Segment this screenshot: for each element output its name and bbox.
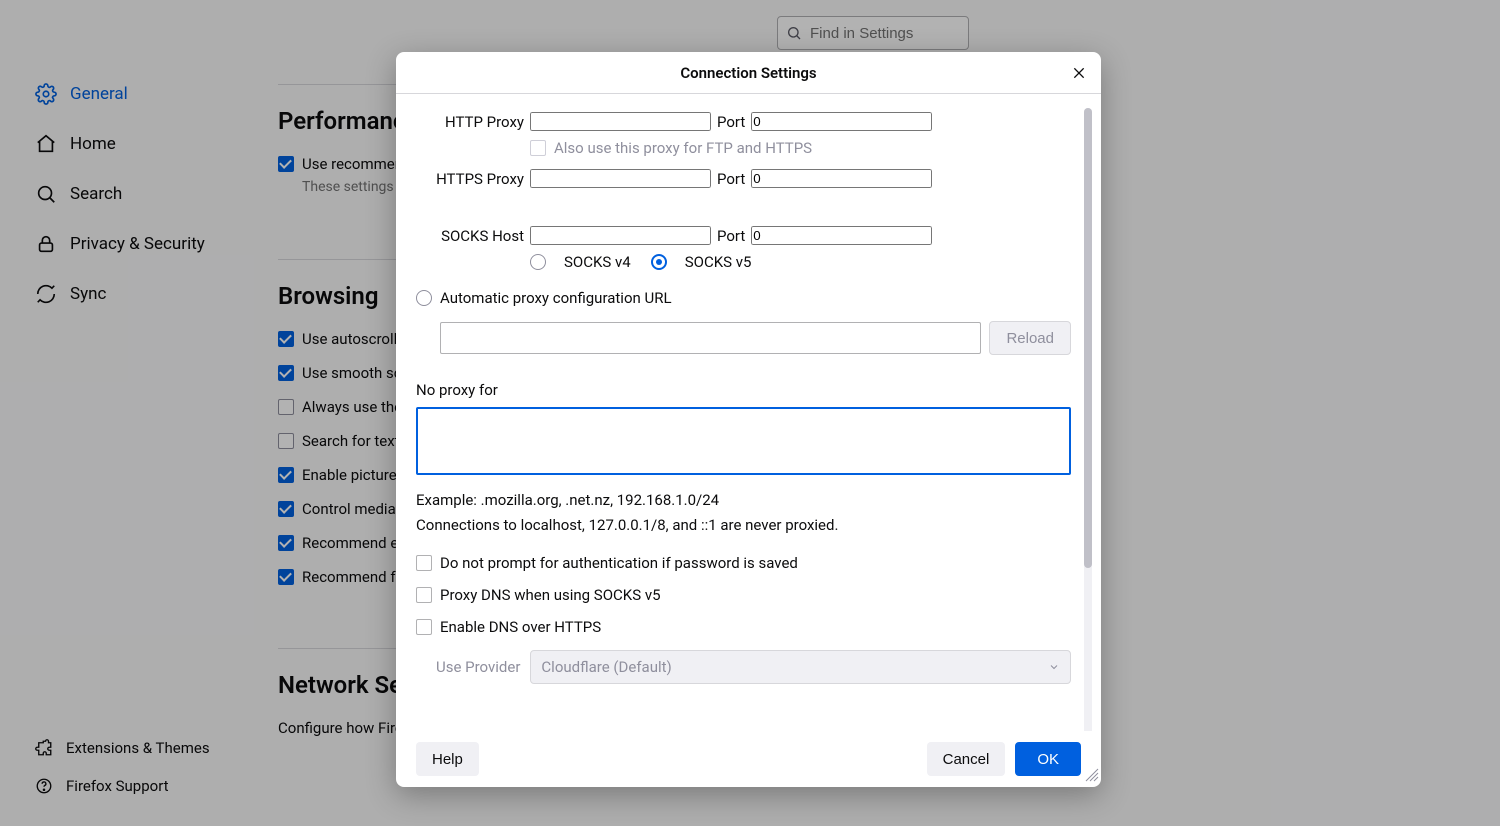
checkbox-icon xyxy=(530,140,546,156)
scrollbar[interactable] xyxy=(1081,108,1095,731)
dialog-body: HTTP Proxy Port Also use this proxy for … xyxy=(396,94,1101,731)
connection-settings-dialog: Connection Settings HTTP Proxy Port Also… xyxy=(396,52,1101,787)
socks-v4-label: SOCKS v4 xyxy=(564,253,631,271)
checkbox-icon xyxy=(416,555,432,571)
also-use-row[interactable]: Also use this proxy for FTP and HTTPS xyxy=(530,139,1071,157)
no-prompt-row[interactable]: Do not prompt for authentication if pass… xyxy=(416,554,1071,572)
auto-pac-row[interactable]: Automatic proxy configuration URL xyxy=(416,289,1071,307)
resize-grip[interactable] xyxy=(1085,768,1099,785)
pac-url-input[interactable] xyxy=(440,322,981,354)
socks-host-label: SOCKS Host xyxy=(416,227,524,245)
port-label: Port xyxy=(717,227,745,245)
chevron-down-icon xyxy=(1048,661,1060,673)
https-port-input[interactable] xyxy=(751,169,932,188)
no-proxy-label: No proxy for xyxy=(416,381,1071,399)
dialog-title: Connection Settings xyxy=(680,64,816,82)
auto-pac-radio[interactable] xyxy=(416,290,432,306)
checkbox-icon xyxy=(416,587,432,603)
pac-url-row: Reload xyxy=(416,321,1071,355)
port-label: Port xyxy=(717,113,745,131)
socks-version-group: SOCKS v4 SOCKS v5 xyxy=(530,253,1071,271)
socks-v4-radio[interactable] xyxy=(530,254,546,270)
cancel-button[interactable]: Cancel xyxy=(927,742,1006,776)
http-proxy-label: HTTP Proxy xyxy=(416,113,524,131)
dialog-header: Connection Settings xyxy=(396,52,1101,94)
also-use-label: Also use this proxy for FTP and HTTPS xyxy=(554,139,812,157)
socks-host-row: SOCKS Host Port xyxy=(416,226,1071,245)
socks-port-input[interactable] xyxy=(751,226,932,245)
proxy-dns-row[interactable]: Proxy DNS when using SOCKS v5 xyxy=(416,586,1071,604)
socks-v5-radio[interactable] xyxy=(651,254,667,270)
port-label: Port xyxy=(717,170,745,188)
http-proxy-row: HTTP Proxy Port xyxy=(416,112,1071,131)
enable-doh-row[interactable]: Enable DNS over HTTPS xyxy=(416,618,1071,636)
socks-v5-label: SOCKS v5 xyxy=(685,253,752,271)
close-icon xyxy=(1071,65,1087,81)
http-proxy-input[interactable] xyxy=(530,112,711,131)
https-proxy-input[interactable] xyxy=(530,169,711,188)
localhost-note: Connections to localhost, 127.0.0.1/8, a… xyxy=(416,514,1071,537)
reload-button[interactable]: Reload xyxy=(989,321,1071,355)
provider-value: Cloudflare (Default) xyxy=(541,658,671,676)
provider-select[interactable]: Cloudflare (Default) xyxy=(530,650,1071,684)
http-port-input[interactable] xyxy=(751,112,932,131)
provider-row: Use Provider Cloudflare (Default) xyxy=(416,650,1071,684)
scrollbar-thumb[interactable] xyxy=(1084,108,1092,568)
https-proxy-label: HTTPS Proxy xyxy=(416,170,524,188)
help-button[interactable]: Help xyxy=(416,742,479,776)
dialog-footer: Help Cancel OK xyxy=(396,731,1101,787)
socks-host-input[interactable] xyxy=(530,226,711,245)
https-proxy-row: HTTPS Proxy Port xyxy=(416,169,1071,188)
auto-pac-label: Automatic proxy configuration URL xyxy=(440,289,672,307)
no-proxy-example: Example: .mozilla.org, .net.nz, 192.168.… xyxy=(416,489,1071,512)
close-button[interactable] xyxy=(1067,61,1091,85)
ok-button[interactable]: OK xyxy=(1015,742,1081,776)
use-provider-label: Use Provider xyxy=(436,658,520,676)
checkbox-icon xyxy=(416,619,432,635)
no-proxy-textarea[interactable] xyxy=(416,407,1071,475)
